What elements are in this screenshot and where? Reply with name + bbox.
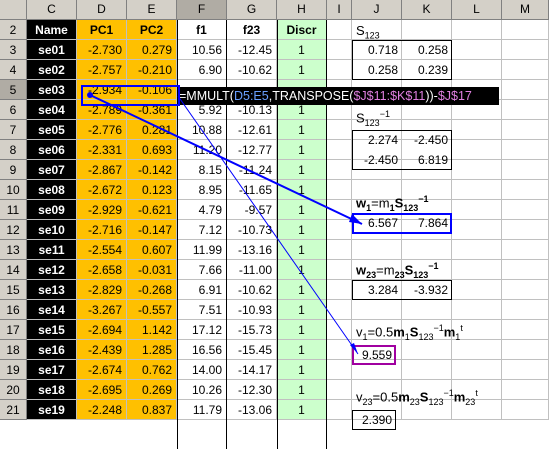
trace-arrowhead-w1 <box>349 214 362 224</box>
trace-arrow-v1 <box>177 95 359 355</box>
trace-arrow-w1 <box>89 94 363 225</box>
trace-arrowhead-v1 <box>350 343 358 354</box>
d5e5-range-highlight <box>81 85 180 106</box>
trace-arrows <box>81 85 363 355</box>
